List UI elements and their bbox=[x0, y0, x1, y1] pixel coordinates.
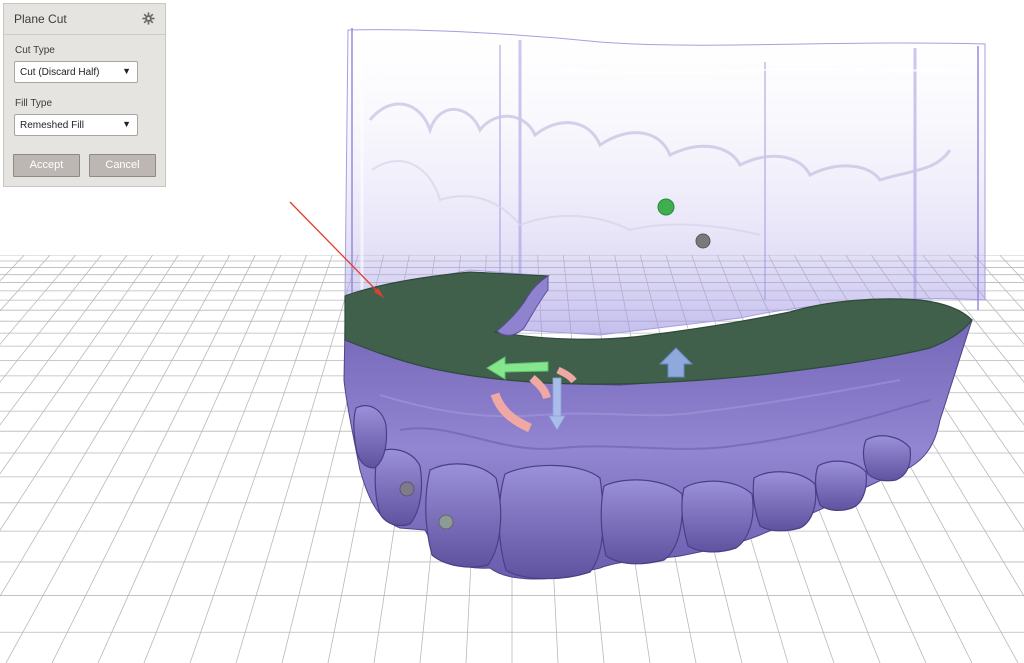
tooth bbox=[374, 448, 423, 527]
grid-line bbox=[0, 255, 76, 345]
fill-type-select[interactable]: Remeshed Fill ▼ bbox=[14, 114, 138, 136]
panel-title: Plane Cut bbox=[14, 12, 67, 26]
tooth bbox=[752, 471, 817, 532]
tooth bbox=[862, 435, 911, 482]
panel-header: Plane Cut bbox=[4, 4, 165, 35]
tooth bbox=[353, 405, 388, 469]
cut-type-label: Cut Type bbox=[15, 45, 55, 56]
plane-cut-panel: Plane Cut Cut Type Cut (Discard Half) ▼ … bbox=[3, 3, 166, 187]
grid-line bbox=[143, 255, 308, 663]
grid-line bbox=[0, 255, 205, 597]
fill-type-label: Fill Type bbox=[15, 98, 53, 109]
tooth bbox=[425, 463, 502, 568]
grid-line bbox=[973, 255, 1024, 312]
grid-line bbox=[999, 255, 1024, 282]
grid-line bbox=[5, 255, 231, 663]
cancel-button[interactable]: Cancel bbox=[89, 154, 156, 177]
green-point[interactable] bbox=[657, 198, 675, 216]
cut-type-select[interactable]: Cut (Discard Half) ▼ bbox=[14, 61, 138, 83]
gear-icon[interactable] bbox=[142, 12, 155, 25]
grid-line bbox=[51, 255, 256, 663]
accept-button[interactable]: Accept bbox=[13, 154, 80, 177]
grid-line bbox=[0, 255, 128, 426]
grid-line bbox=[97, 255, 282, 663]
tooth bbox=[681, 480, 754, 553]
tooth bbox=[498, 464, 604, 580]
grid-line bbox=[0, 255, 51, 312]
grid-line bbox=[0, 255, 102, 383]
tooth bbox=[600, 479, 683, 565]
grid-line bbox=[189, 255, 333, 663]
chevron-down-icon: ▼ bbox=[122, 119, 131, 129]
grid-line bbox=[0, 255, 153, 475]
grid-line bbox=[0, 255, 179, 531]
cut-type-value: Cut (Discard Half) bbox=[20, 67, 100, 78]
grid-line bbox=[0, 255, 25, 282]
chevron-down-icon: ▼ bbox=[122, 66, 131, 76]
fill-type-value: Remeshed Fill bbox=[20, 120, 84, 131]
gray-point[interactable] bbox=[399, 481, 415, 497]
gray-point[interactable] bbox=[438, 514, 454, 530]
tooth bbox=[814, 460, 867, 511]
gray-point[interactable] bbox=[695, 233, 711, 249]
